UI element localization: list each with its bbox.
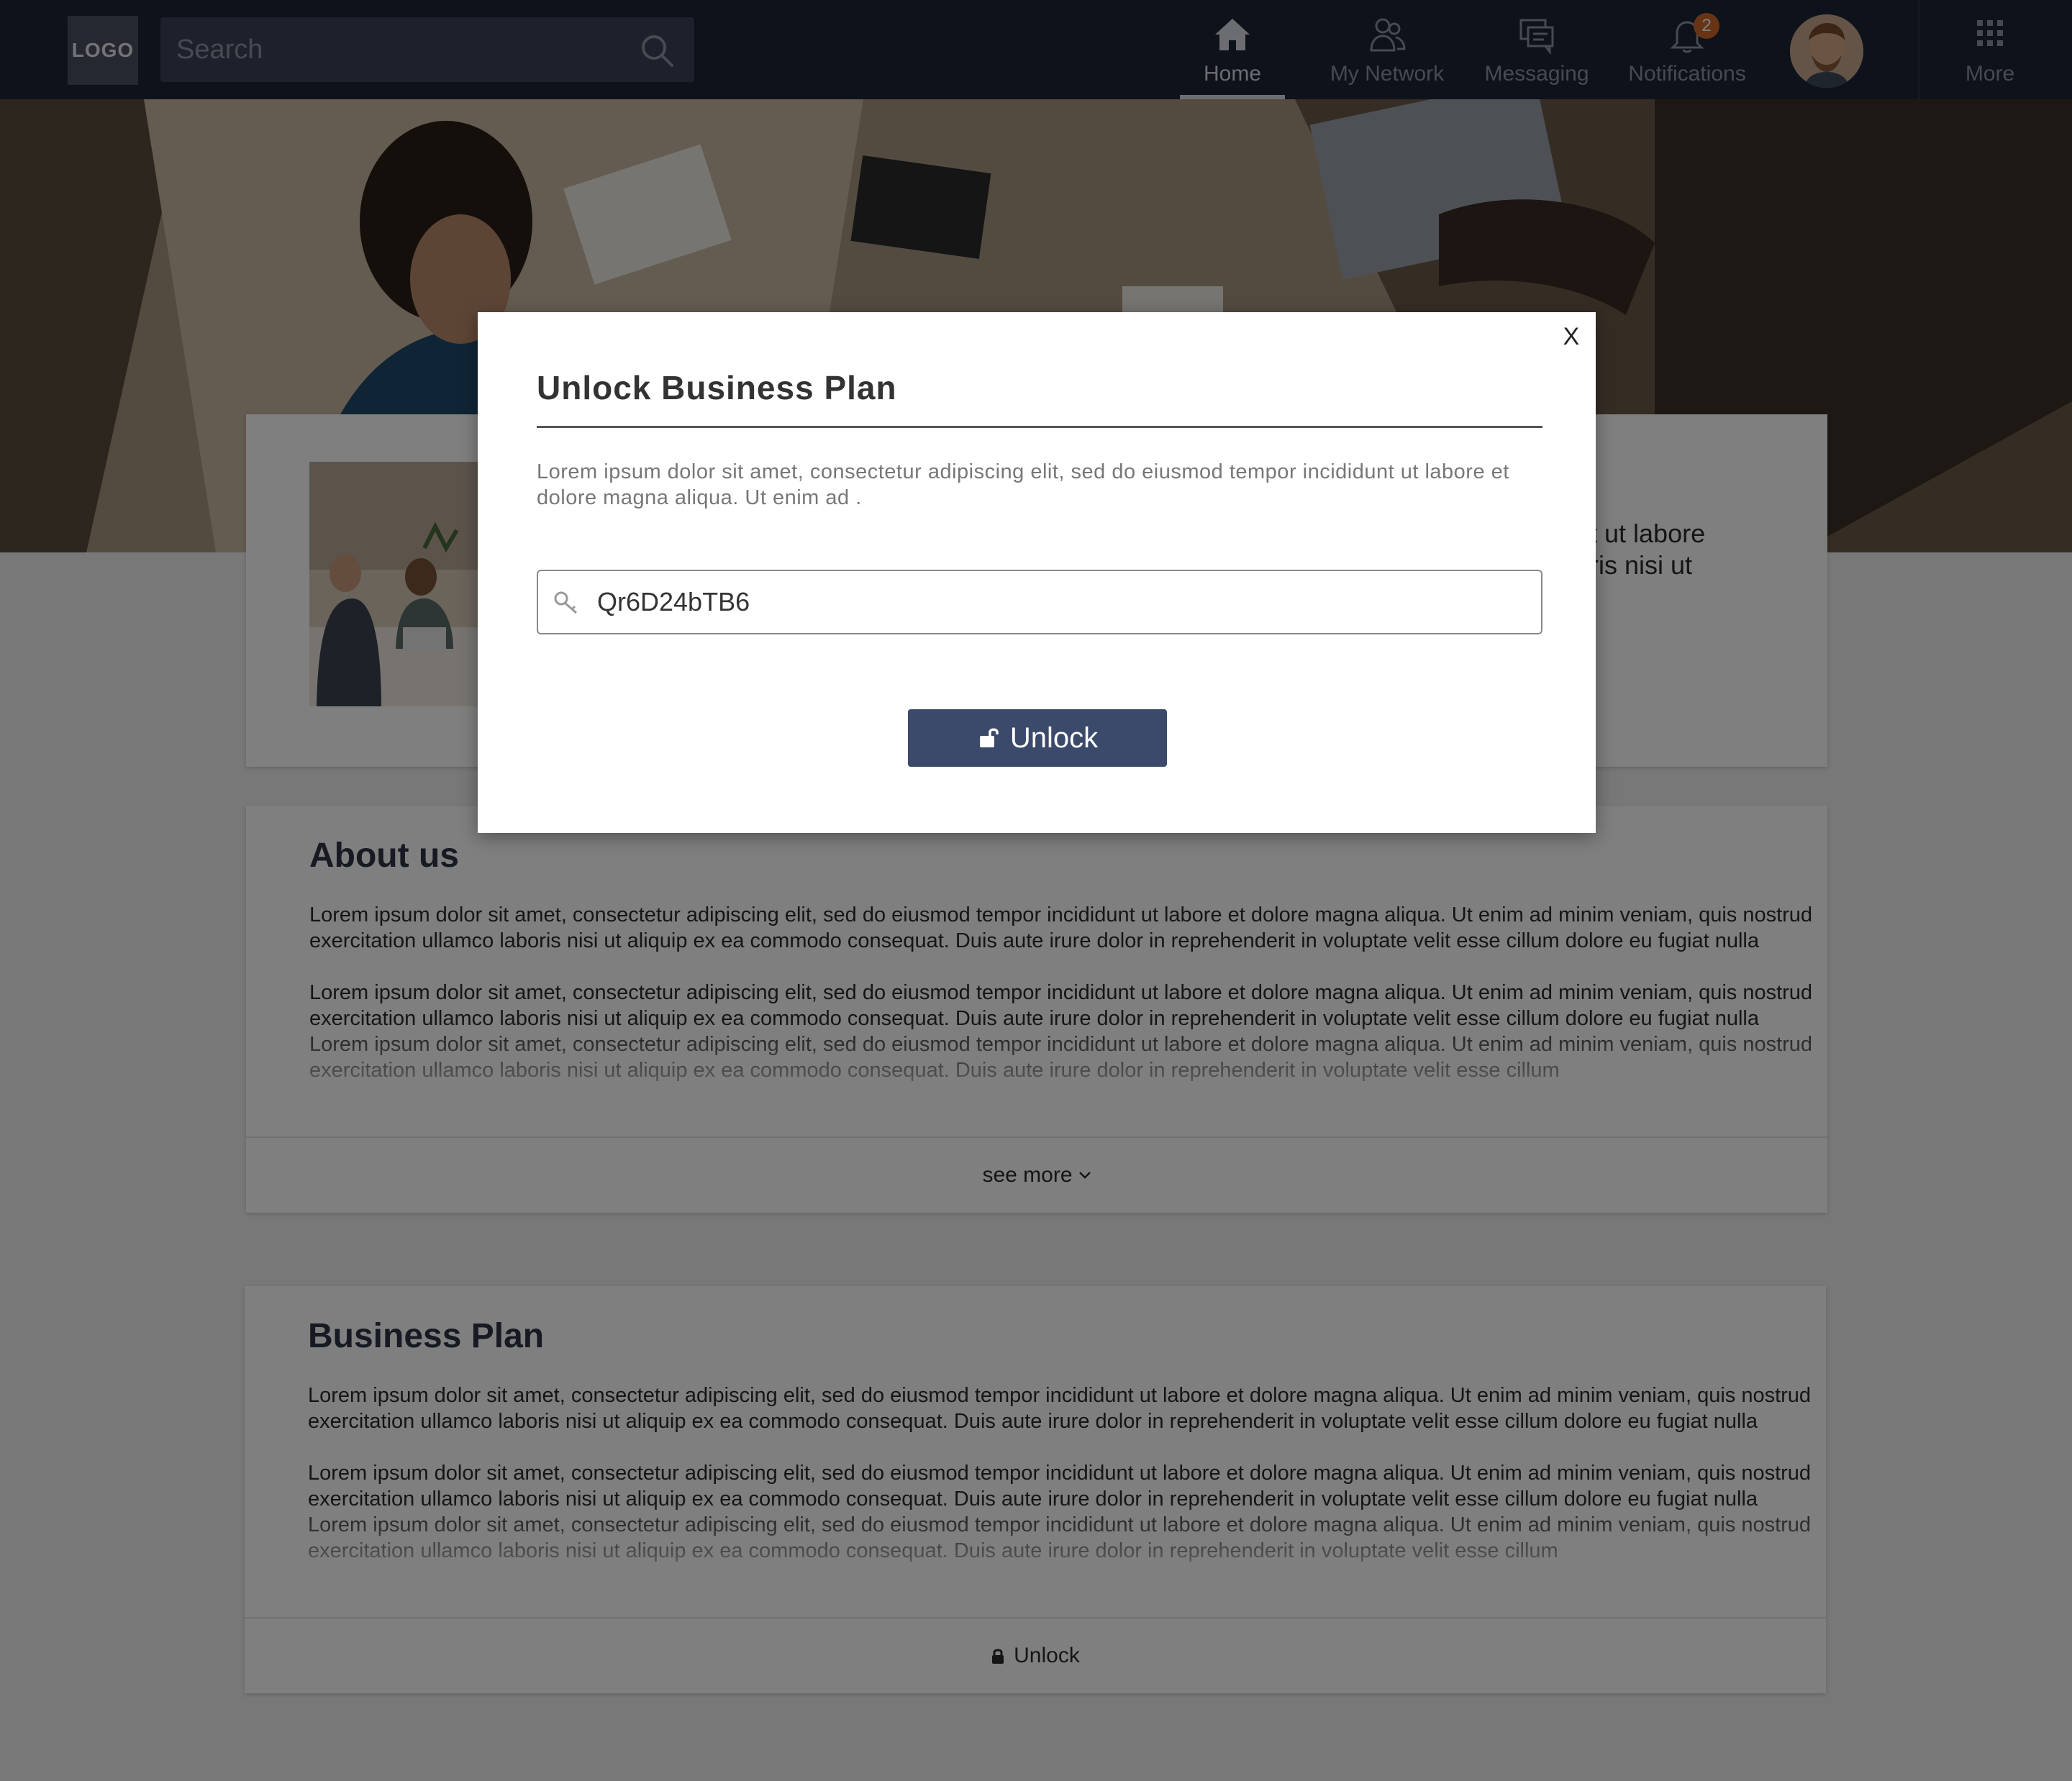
unlock-modal: X Unlock Business Plan Lorem ipsum dolor… [478,312,1596,833]
key-icon [554,591,577,614]
unlock-button-label: Unlock [1009,721,1099,754]
unlock-button[interactable]: Unlock [908,709,1167,767]
modal-title: Unlock Business Plan [537,369,897,406]
access-key-input[interactable] [597,571,1532,633]
lock-open-icon [979,728,999,747]
access-key-field [537,570,1542,634]
modal-backdrop[interactable] [0,0,2072,1781]
title-divider [537,426,1542,428]
close-button[interactable]: X [1557,322,1586,351]
modal-description: Lorem ipsum dolor sit amet, consectetur … [537,460,1509,509]
